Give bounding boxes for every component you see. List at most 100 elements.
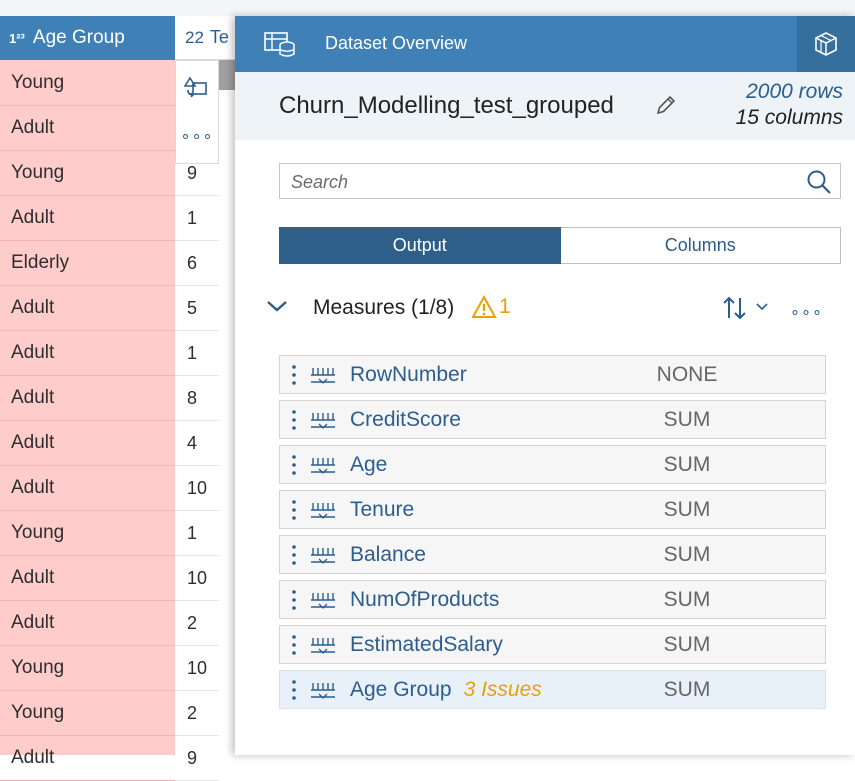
chevron-down-icon[interactable] <box>265 298 289 314</box>
tab-output[interactable]: Output <box>279 227 561 264</box>
search-icon[interactable] <box>806 169 832 195</box>
measure-aggregation[interactable]: SUM <box>652 453 722 477</box>
measure-ruler-icon <box>310 590 336 615</box>
measure-name: RowNumber <box>350 363 467 387</box>
age-group-cell[interactable]: Elderly <box>0 241 175 286</box>
measure-aggregation[interactable]: SUM <box>652 498 722 522</box>
measure-name-text: RowNumber <box>350 363 467 386</box>
measure-row[interactable]: EstimatedSalary SUM <box>279 625 826 664</box>
dataset-name: Churn_Modelling_test_grouped <box>279 92 614 119</box>
measure-row[interactable]: CreditScore SUM <box>279 400 826 439</box>
measure-name-text: Balance <box>350 543 426 566</box>
tenure-cell[interactable]: 1 <box>175 511 219 556</box>
measure-row[interactable]: RowNumber NONE <box>279 355 826 394</box>
measure-ruler-icon <box>310 635 336 660</box>
age-group-header-label: Age Group <box>32 27 125 48</box>
measure-row[interactable]: Age SUM <box>279 445 826 484</box>
tenure-cell[interactable]: 9 <box>175 736 219 781</box>
sort-icon[interactable] <box>721 294 749 322</box>
age-group-cell[interactable]: Young <box>0 151 175 196</box>
tenure-cell[interactable]: 4 <box>175 421 219 466</box>
drag-grip-icon[interactable] <box>291 499 297 526</box>
age-group-cell[interactable]: Adult <box>0 421 175 466</box>
grid-scrollbar[interactable] <box>219 60 235 90</box>
age-group-cell[interactable]: Adult <box>0 331 175 376</box>
warning-count: 1 <box>499 295 511 318</box>
tab-columns[interactable]: Columns <box>560 227 841 264</box>
warning-indicator[interactable]: 1 <box>471 295 511 319</box>
measure-aggregation[interactable]: SUM <box>652 588 722 612</box>
panel-header: Dataset Overview <box>235 16 855 72</box>
age-group-column-header[interactable]: 1²³ Age Group <box>0 16 175 60</box>
age-group-cell[interactable]: Young <box>0 646 175 691</box>
drag-grip-icon[interactable] <box>291 454 297 481</box>
measure-aggregation[interactable]: SUM <box>652 543 722 567</box>
measure-name-text: CreditScore <box>350 408 461 431</box>
tenure-cell[interactable]: 2 <box>175 601 219 646</box>
measure-name-text: Age Group <box>350 678 452 701</box>
age-group-cell[interactable]: Young <box>0 61 175 106</box>
drag-grip-icon[interactable] <box>291 364 297 391</box>
measure-row[interactable]: Balance SUM <box>279 535 826 574</box>
tenure-cell[interactable]: 1 <box>175 196 219 241</box>
numeric-type-badge: 1²³ <box>9 30 25 46</box>
tenure-cell[interactable]: 6 <box>175 241 219 286</box>
dataset-overview-panel: Dataset Overview Churn_Modelling_test_gr… <box>235 16 855 755</box>
measure-name: CreditScore <box>350 408 461 432</box>
drag-grip-icon[interactable] <box>291 409 297 436</box>
drag-grip-icon[interactable] <box>291 589 297 616</box>
search-input[interactable] <box>280 164 793 200</box>
age-group-cell[interactable]: Adult <box>0 106 175 151</box>
tenure-column-header[interactable]: 22 Te <box>175 16 235 60</box>
age-group-cell[interactable]: Adult <box>0 736 175 781</box>
tenure-cell[interactable]: 10 <box>175 556 219 601</box>
more-tools-button[interactable]: ∘∘∘ <box>176 111 218 161</box>
measure-name: Tenure <box>350 498 414 522</box>
measure-row[interactable]: Tenure SUM <box>279 490 826 529</box>
age-group-cell[interactable]: Adult <box>0 196 175 241</box>
age-group-cell[interactable]: Young <box>0 511 175 556</box>
tenure-cell[interactable]: 2 <box>175 691 219 736</box>
sort-dropdown-chevron-icon[interactable] <box>755 302 769 312</box>
tenure-cell[interactable]: 1 <box>175 331 219 376</box>
measure-row[interactable]: NumOfProducts SUM <box>279 580 826 619</box>
more-icon[interactable]: ∘∘∘ <box>790 302 823 322</box>
cube-view-button[interactable] <box>797 16 855 72</box>
measure-issues[interactable]: 3 Issues <box>464 678 542 701</box>
tenure-cell[interactable]: 10 <box>175 466 219 511</box>
measure-name-text: Tenure <box>350 498 415 521</box>
top-bar <box>0 0 855 16</box>
measure-row[interactable]: Age Group 3 Issues SUM <box>279 670 826 709</box>
numeric-type-badge: 22 <box>185 27 204 47</box>
measure-aggregation[interactable]: SUM <box>652 633 722 657</box>
transform-tool-button[interactable] <box>176 61 218 111</box>
measure-aggregation[interactable]: NONE <box>652 363 722 387</box>
age-group-cell[interactable]: Adult <box>0 376 175 421</box>
age-group-cell[interactable]: Adult <box>0 556 175 601</box>
measure-aggregation[interactable]: SUM <box>652 678 722 702</box>
age-group-cell[interactable]: Adult <box>0 286 175 331</box>
column-count: 15 columns <box>735 106 843 129</box>
measure-name-text: NumOfProducts <box>350 588 500 611</box>
table-stack-icon <box>264 32 295 57</box>
measures-section-header: Measures (1/8) 1 ∘∘∘ <box>265 292 845 326</box>
panel-title: Dataset Overview <box>325 33 468 53</box>
age-group-cell[interactable]: Adult <box>0 466 175 511</box>
measure-name: NumOfProducts <box>350 588 499 612</box>
tenure-cell[interactable]: 8 <box>175 376 219 421</box>
age-group-cell[interactable]: Young <box>0 691 175 736</box>
tenure-cell[interactable]: 10 <box>175 646 219 691</box>
measure-name-text: EstimatedSalary <box>350 633 503 656</box>
cube-icon <box>815 32 837 56</box>
age-group-cell[interactable]: Adult <box>0 601 175 646</box>
view-toggle: Output Columns <box>279 227 841 264</box>
edit-pencil-icon[interactable] <box>655 94 677 116</box>
drag-grip-icon[interactable] <box>291 679 297 706</box>
drag-grip-icon[interactable] <box>291 544 297 571</box>
search-box <box>279 163 841 200</box>
drag-grip-icon[interactable] <box>291 634 297 661</box>
row-count: 2000 rows <box>746 80 843 103</box>
shapes-transform-icon <box>184 76 207 98</box>
measure-aggregation[interactable]: SUM <box>652 408 722 432</box>
tenure-cell[interactable]: 5 <box>175 286 219 331</box>
